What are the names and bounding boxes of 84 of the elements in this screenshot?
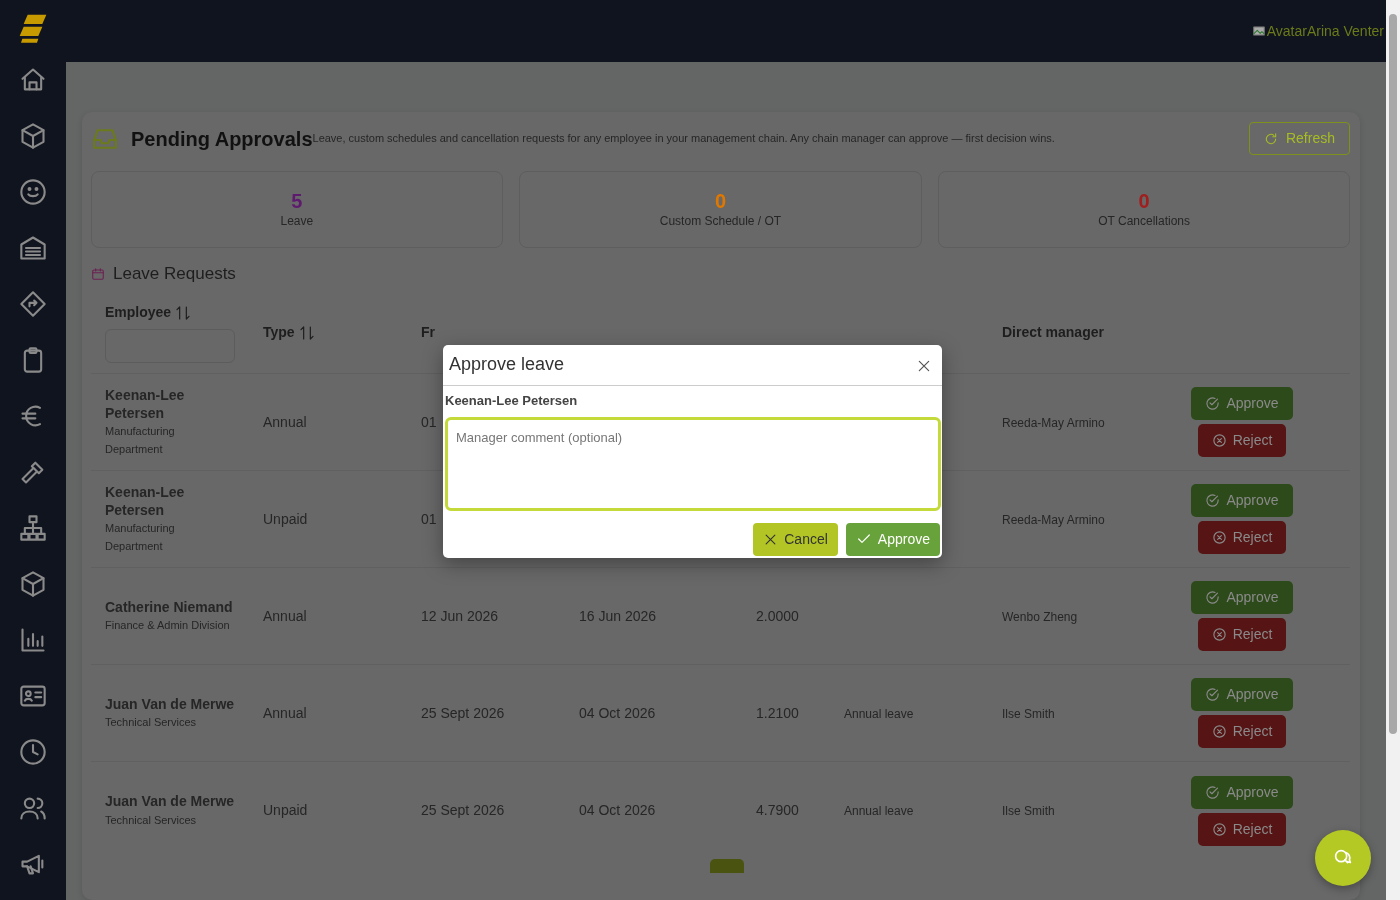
check-circle-icon (1205, 687, 1221, 703)
employee-name-and-department: Catherine Niemand Finance & Admin Division (105, 598, 234, 634)
user-name[interactable]: AvatarArina Venter (1266, 20, 1384, 42)
bar-chart-icon[interactable] (19, 626, 47, 654)
reject-button[interactable]: Reject (1197, 618, 1287, 652)
table-cell: Annual leave (844, 804, 914, 819)
table-cell: 04 Oct 2026 (579, 704, 656, 721)
stat-value: 0 (1138, 189, 1150, 212)
logo-icon (17, 12, 49, 44)
reject-button[interactable]: Reject (1197, 424, 1287, 458)
check-circle-icon (1205, 784, 1221, 800)
table-cell: Unpaid (263, 802, 308, 819)
column-header: Type (263, 323, 295, 343)
table-cell: Ilse Smith (1002, 706, 1055, 721)
check-circle-icon (1205, 396, 1221, 412)
x-circle-icon (1211, 821, 1227, 837)
reject-button[interactable]: Reject (1197, 521, 1287, 555)
column-header: Fr (421, 323, 435, 343)
x-circle-icon (1211, 627, 1227, 643)
table-cell: Annual leave (844, 706, 914, 721)
column-header: Direct manager (1002, 323, 1104, 343)
reject-button[interactable]: Reject (1197, 812, 1287, 846)
table-cell: Annual (263, 607, 307, 624)
table-cell: 04 Oct 2026 (579, 802, 656, 819)
reject-button[interactable]: Reject (1197, 715, 1287, 749)
table-cell: Reeda-May Armino (1002, 415, 1105, 430)
stat-label: Leave (280, 212, 314, 230)
table-cell: 25 Sept 2026 (421, 704, 505, 721)
sort-icon[interactable] (298, 324, 315, 341)
warehouse-icon[interactable] (19, 234, 47, 262)
sort-icon[interactable] (175, 304, 192, 321)
scrollbar[interactable] (1386, 0, 1400, 900)
stat-label: Custom Schedule / OT (659, 212, 782, 230)
approve-button[interactable]: Approve (845, 522, 940, 556)
x-circle-icon (1211, 530, 1227, 546)
approve-button[interactable]: Approve (1191, 484, 1293, 518)
refresh-icon (1263, 131, 1278, 146)
check-circle-icon (1205, 493, 1221, 509)
page-title: Pending Approvals (131, 126, 313, 151)
table-cell: Annual (263, 704, 307, 721)
employee-name-and-department: Keenan-Lee Petersen Manufacturing Department (105, 387, 186, 457)
org-chart-icon[interactable] (19, 514, 47, 542)
stat-value: 5 (291, 189, 303, 212)
approve-button[interactable]: Approve (1191, 775, 1293, 809)
section-title: Leave Requests (113, 264, 236, 285)
table-cell: Reeda-May Armino (1002, 512, 1105, 527)
employee-name-and-department: Keenan-Lee Petersen Manufacturing Department (105, 484, 186, 554)
approve-button[interactable]: Approve (1191, 678, 1293, 712)
table-cell: 01 (421, 510, 437, 527)
comment-field[interactable]: Manager comment (optional) (445, 416, 941, 511)
table-cell: 16 Jun 2026 (579, 607, 657, 624)
table-cell: 25 Sept 2026 (421, 802, 505, 819)
approve-button[interactable]: Approve (1191, 387, 1293, 421)
scrollbar-thumb[interactable] (1389, 14, 1397, 734)
page-subtitle: Leave, custom schedules and cancellation requests for any employee in your management chain. Any chain manager can approve — first decision wins. (312, 132, 1056, 145)
table-cell: 12 Jun 2026 (421, 607, 499, 624)
table-cell: 4.7900 (756, 802, 799, 819)
modal-title: Approve leave (449, 354, 565, 376)
check-circle-icon (1205, 590, 1221, 606)
table-cell: 1.2100 (756, 704, 799, 721)
stat-value: 0 (714, 189, 727, 212)
table-cell: 2.0000 (756, 607, 799, 624)
direction-sign-icon[interactable] (19, 290, 47, 318)
table-cell: Annual (263, 413, 307, 430)
table-cell: 01 (421, 413, 437, 430)
x-circle-icon (1211, 724, 1227, 740)
cube-icon[interactable] (19, 122, 47, 150)
approve-button[interactable]: Approve (1191, 581, 1293, 615)
table-cell: Unpaid (263, 510, 308, 527)
table-cell: Wenbo Zheng (1002, 609, 1078, 624)
smiley-icon[interactable] (19, 178, 47, 206)
refresh-button[interactable]: Refresh (1248, 122, 1350, 155)
column-header: Employee (105, 303, 172, 323)
calendar-icon (91, 267, 105, 282)
clock-icon[interactable] (19, 738, 47, 766)
stat-label: OT Cancellations (1098, 212, 1191, 230)
employee-name: Keenan-Lee Petersen (444, 392, 579, 410)
broken-image-icon (1250, 24, 1267, 38)
employee-name-and-department: Juan Van de Merwe Technical Services (105, 793, 235, 828)
employee-name-and-department: Juan Van de Merwe Technical Services (105, 695, 235, 731)
box-icon[interactable] (19, 570, 47, 598)
x-circle-icon (1211, 433, 1227, 449)
table-cell: Ilse Smith (1002, 804, 1055, 819)
cancel-button[interactable]: Cancel (753, 522, 838, 556)
